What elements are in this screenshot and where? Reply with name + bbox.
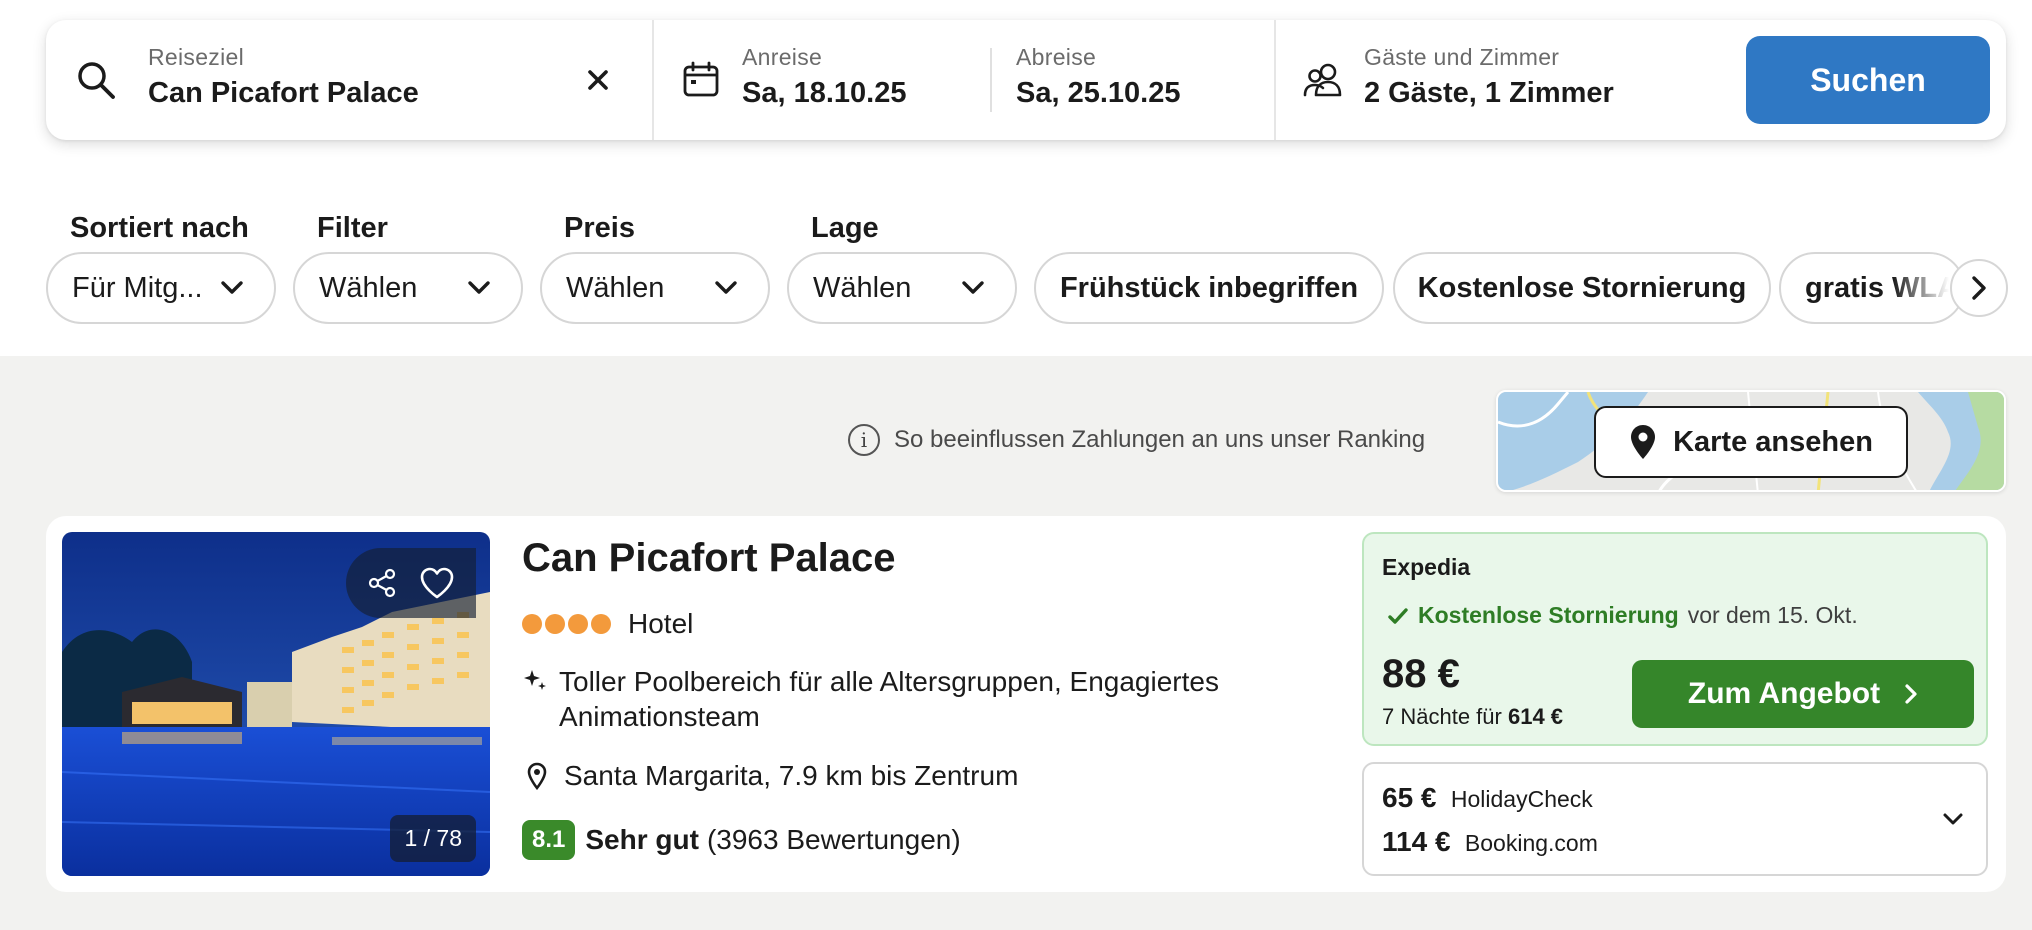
ranking-note-text: So beeinflussen Zahlungen an uns unser R… — [894, 426, 1426, 453]
hotel-location: Santa Margarita, 7.9 km bis Zentrum — [522, 758, 1018, 793]
checkmark-icon — [1388, 607, 1408, 625]
checkin-label: Anreise — [742, 44, 823, 70]
filter-chip-free-cancellation[interactable]: Kostenlose Stornierung — [1393, 252, 1771, 324]
destination-label: Reiseziel — [148, 44, 245, 70]
chevron-down-icon — [962, 281, 984, 294]
chevron-right-icon — [1905, 684, 1917, 704]
calendar-icon — [682, 61, 720, 99]
photo-actions — [346, 548, 476, 618]
filter-value: Wählen — [319, 271, 418, 304]
offer-nights-total: 614 € — [1507, 704, 1564, 729]
share-button[interactable] — [367, 568, 397, 598]
filter-label: Filter — [317, 212, 388, 244]
chevron-down-icon — [221, 281, 243, 294]
ranking-info-link[interactable]: i So beeinflussen Zahlungen an uns unser… — [848, 424, 1425, 456]
offer-price: 88 € — [1382, 652, 1460, 696]
sort-label: Sortiert nach — [70, 212, 249, 244]
photo-counter: 1 / 78 — [390, 815, 476, 862]
alt-provider: Booking.com — [1464, 830, 1598, 856]
hotel-type: Hotel — [628, 608, 694, 639]
offer-total: 7 Nächte für 614 € — [1382, 704, 1563, 730]
map-pin-icon — [1631, 425, 1656, 459]
filter-chip-label: Kostenlose Stornierung — [1417, 271, 1747, 304]
location-pin-icon — [522, 758, 552, 790]
search-bar: Reiseziel Can Picafort Palace Anreise Sa… — [46, 20, 2006, 140]
offer-nights-text: 7 Nächte für — [1382, 704, 1502, 729]
hotel-stars: Hotel — [522, 608, 693, 640]
rating-word: Sehr gut — [585, 824, 699, 855]
hotel-highlight-text: Toller Poolbereich für alle Altersgruppe… — [559, 666, 1219, 732]
offer-cancel-deadline: vor dem 15. Okt. — [1687, 602, 1858, 628]
filter-dropdown[interactable]: Wählen — [293, 252, 523, 324]
date-divider — [990, 48, 992, 112]
checkout-value: Sa, 25.10.25 — [1016, 77, 1181, 109]
alternative-offer[interactable]: 114 € Booking.com — [1382, 826, 1598, 858]
guests-rooms-field[interactable]: Gäste und Zimmer 2 Gäste, 1 Zimmer Suche… — [1276, 20, 2006, 140]
price-label: Preis — [564, 212, 635, 244]
chevron-down-icon[interactable] — [1942, 812, 1964, 826]
sort-value: Für Mitg... — [72, 271, 203, 304]
offer-cancel-label: Kostenlose Stornierung — [1418, 602, 1679, 628]
hotel-photo[interactable]: 1 / 78 — [62, 532, 490, 876]
star-dot — [591, 614, 611, 634]
alt-price: 114 € — [1382, 826, 1451, 857]
date-range-field[interactable]: Anreise Sa, 18.10.25 Abreise Sa, 25.10.2… — [654, 20, 1276, 140]
hotel-highlight: Toller Poolbereich für alle Altersgruppe… — [522, 664, 1282, 734]
go-to-offer-button[interactable]: Zum Angebot — [1632, 660, 1974, 728]
clear-destination-button[interactable] — [578, 60, 618, 100]
view-map-label: Karte ansehen — [1673, 425, 1873, 458]
go-to-offer-label: Zum Angebot — [1687, 677, 1881, 710]
alternative-offer[interactable]: 65 € HolidayCheck — [1382, 782, 1593, 814]
rating-score: 8.1 — [522, 820, 576, 860]
offer-provider: Expedia — [1382, 554, 1471, 580]
rating-count: (3963 Bewertungen) — [706, 824, 961, 855]
location-label: Lage — [811, 212, 879, 244]
filter-chip-label: Frühstück inbegriffen — [1059, 271, 1359, 304]
filter-chip-wifi[interactable]: gratis WLAN — [1779, 252, 1965, 324]
offer-cancellation: Kostenlose Stornierung vor dem 15. Okt. — [1388, 602, 1858, 629]
search-button[interactable]: Suchen — [1746, 36, 1990, 124]
hotel-rating[interactable]: 8.1 Sehr gut (3963 Bewertungen) — [522, 820, 961, 860]
best-offer[interactable]: Expedia Kostenlose Stornierung vor dem 1… — [1362, 532, 1988, 746]
guests-label: Gäste und Zimmer — [1364, 44, 1560, 70]
sort-dropdown[interactable]: Für Mitg... — [46, 252, 276, 324]
destination-input[interactable]: Can Picafort Palace — [148, 77, 419, 110]
close-icon — [588, 70, 608, 90]
chevron-right-icon — [1972, 276, 1986, 300]
hotel-name[interactable]: Can Picafort Palace — [522, 536, 896, 581]
star-dot — [568, 614, 588, 634]
location-dropdown[interactable]: Wählen — [787, 252, 1017, 324]
heart-icon — [420, 567, 454, 599]
view-map-button[interactable]: Karte ansehen — [1594, 406, 1908, 478]
map-preview[interactable]: Karte ansehen — [1496, 390, 2006, 492]
sparkle-icon — [522, 664, 547, 692]
search-icon — [76, 60, 116, 100]
guests-value: 2 Gäste, 1 Zimmer — [1364, 77, 1614, 109]
alt-provider: HolidayCheck — [1450, 786, 1593, 812]
alt-price: 65 € — [1382, 782, 1437, 813]
filter-chip-breakfast[interactable]: Frühstück inbegriffen — [1034, 252, 1384, 324]
star-dot — [545, 614, 565, 634]
chevron-down-icon — [715, 281, 737, 294]
location-value: Wählen — [813, 271, 912, 304]
checkout-label: Abreise — [1016, 44, 1097, 70]
price-dropdown[interactable]: Wählen — [540, 252, 770, 324]
hotel-card: 1 / 78 Can Picafort Palace Hotel Toller … — [46, 516, 2006, 892]
favorite-button[interactable] — [419, 567, 455, 599]
scroll-filters-right-button[interactable] — [1950, 259, 2008, 317]
checkin-value: Sa, 18.10.25 — [742, 77, 907, 109]
share-icon — [368, 568, 396, 598]
chevron-down-icon — [468, 281, 490, 294]
price-value: Wählen — [566, 271, 665, 304]
guests-icon — [1302, 60, 1346, 100]
checkin-field[interactable]: Anreise Sa, 18.10.25 — [742, 44, 906, 110]
destination-field[interactable]: Reiseziel Can Picafort Palace — [46, 20, 654, 140]
star-dot — [522, 614, 542, 634]
checkout-field[interactable]: Abreise Sa, 25.10.25 — [1016, 44, 1180, 110]
info-icon: i — [848, 424, 880, 456]
alternative-offers[interactable]: 65 € HolidayCheck 114 € Booking.com — [1362, 762, 1988, 876]
hotel-location-text: Santa Margarita, 7.9 km bis Zentrum — [564, 760, 1019, 791]
